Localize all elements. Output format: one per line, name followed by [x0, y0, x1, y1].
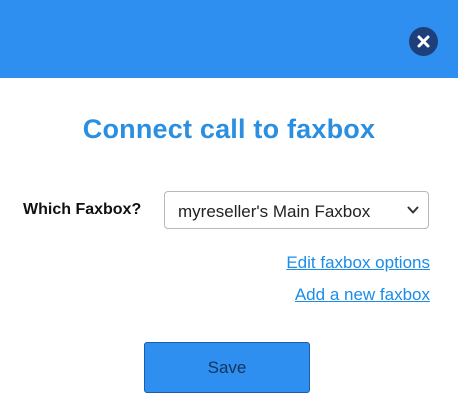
dialog-header	[0, 0, 458, 78]
add-new-faxbox-link[interactable]: Add a new faxbox	[295, 285, 430, 305]
chevron-down-icon	[407, 206, 419, 214]
connect-faxbox-dialog: Connect call to faxbox Which Faxbox? myr…	[0, 0, 458, 409]
close-button[interactable]	[409, 27, 438, 56]
close-icon	[417, 35, 430, 48]
dialog-title: Connect call to faxbox	[82, 114, 376, 144]
save-button[interactable]: Save	[144, 342, 310, 393]
faxbox-select-value: myreseller's Main Faxbox	[178, 202, 371, 221]
faxbox-select[interactable]: myreseller's Main Faxbox	[164, 191, 429, 229]
faxbox-field-label: Which Faxbox?	[23, 201, 142, 218]
edit-faxbox-options-link[interactable]: Edit faxbox options	[286, 253, 430, 273]
